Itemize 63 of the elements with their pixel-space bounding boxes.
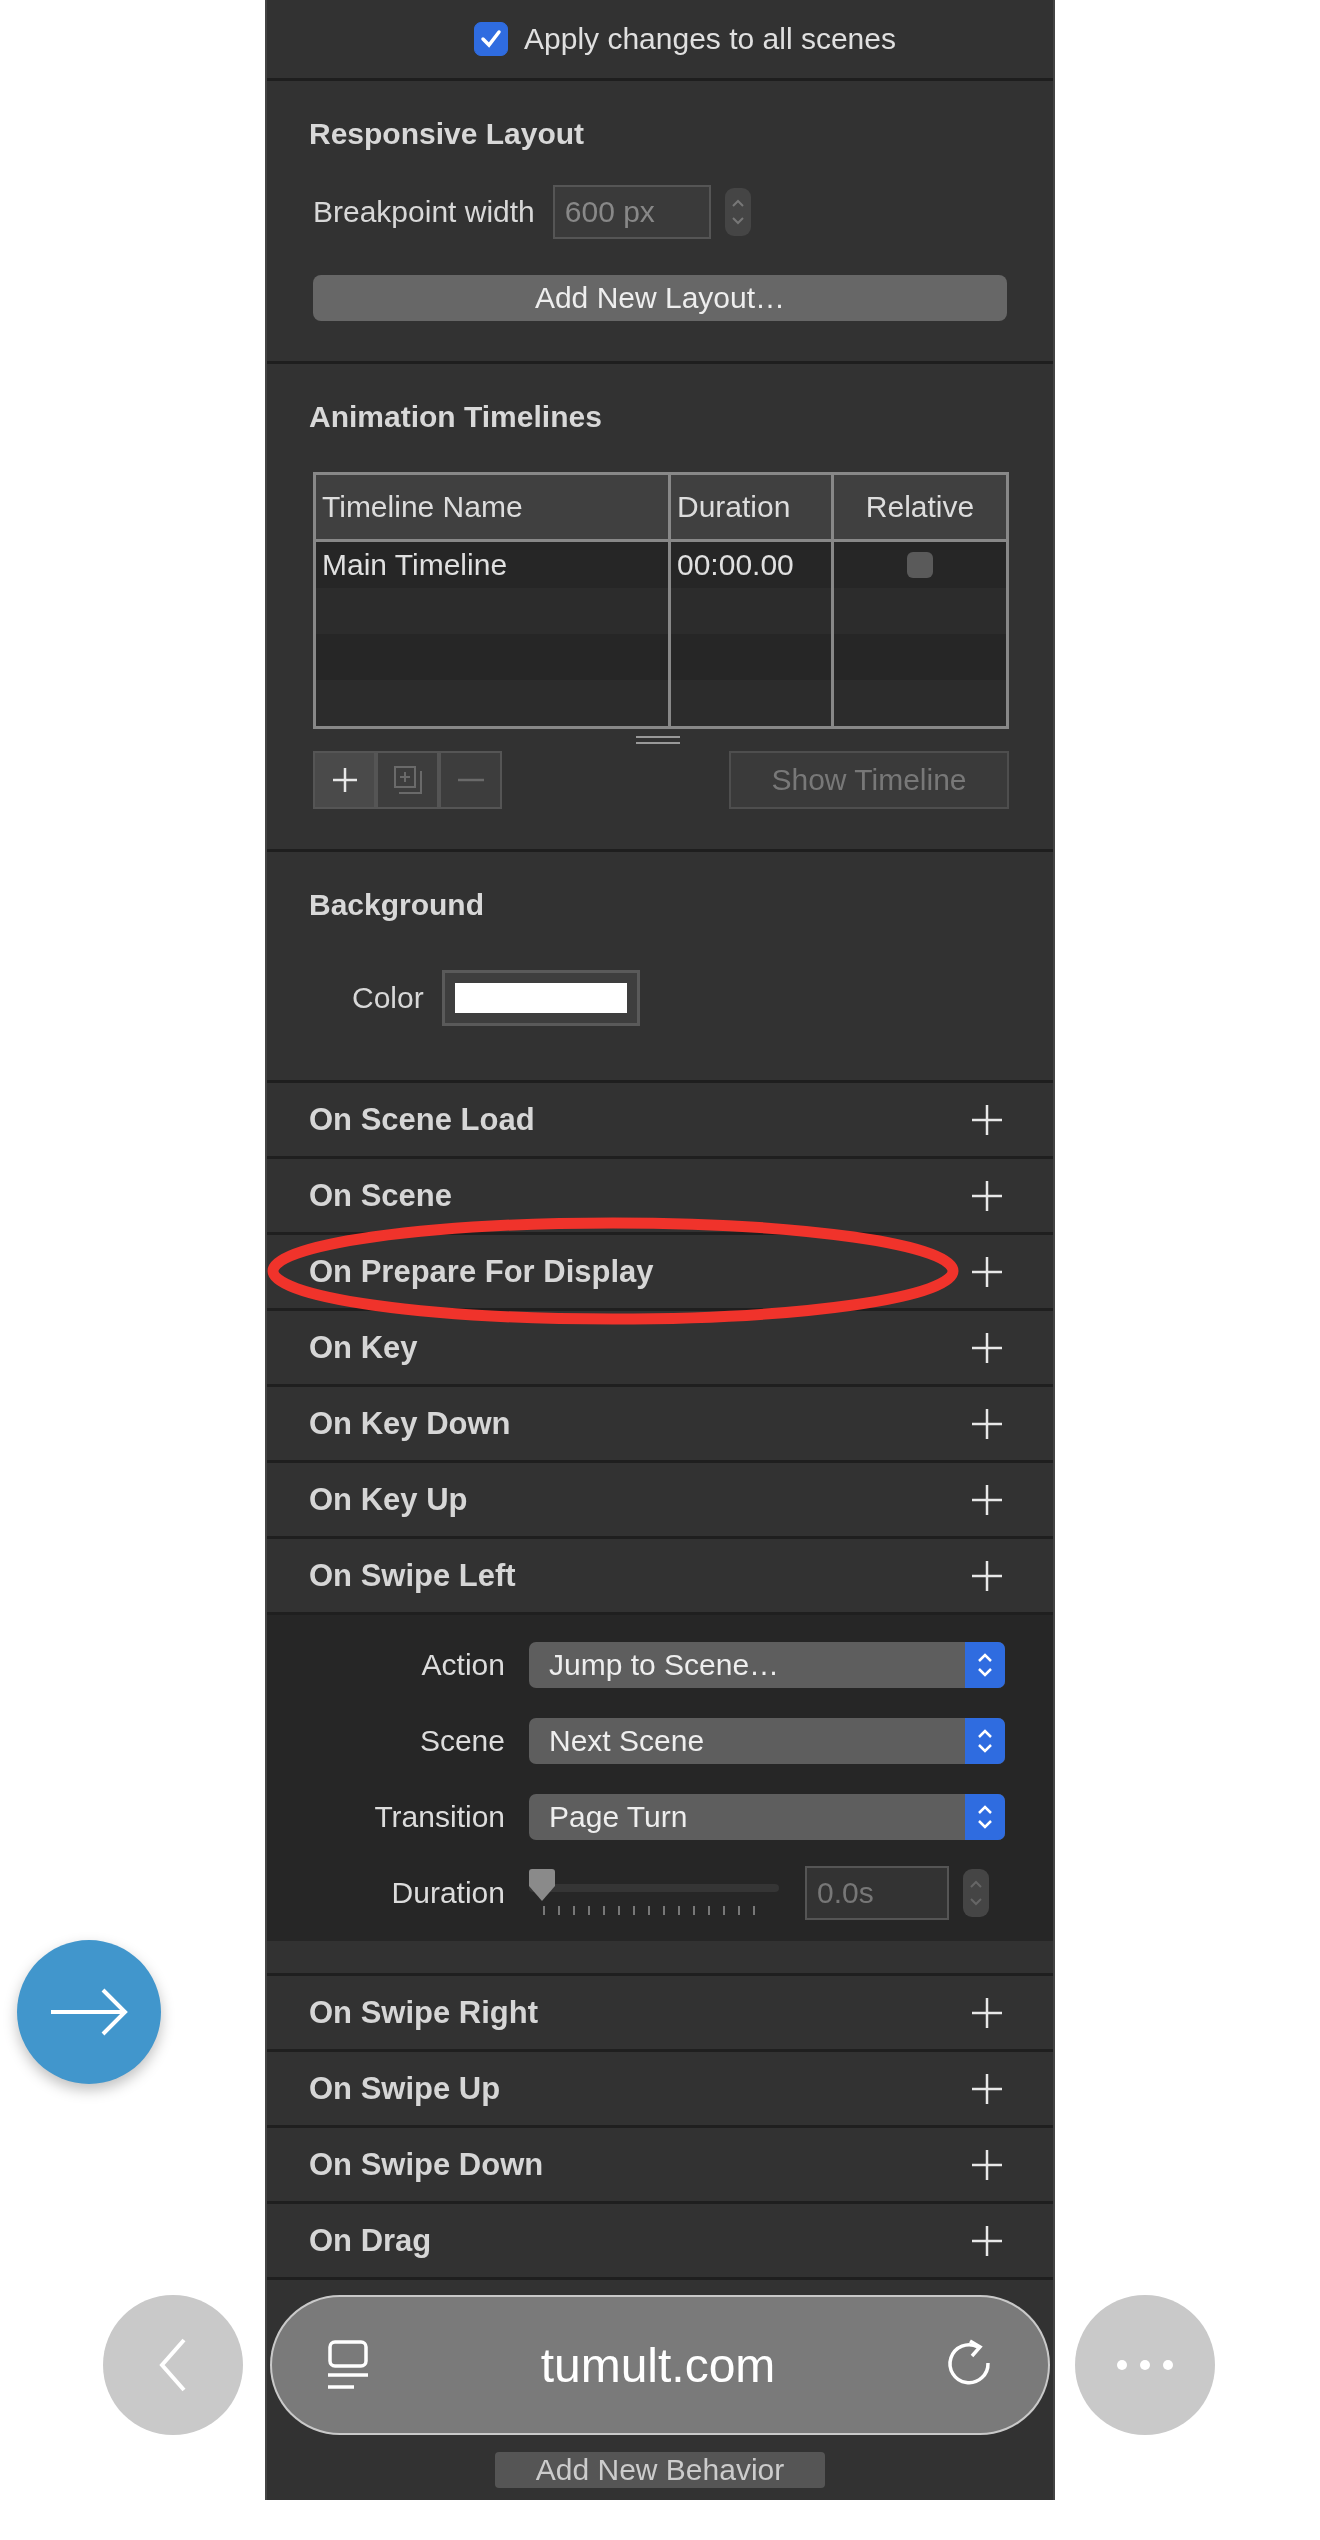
add-icon[interactable] <box>971 1559 1003 1592</box>
section-heading: Animation Timelines <box>309 400 603 434</box>
check-icon <box>480 29 503 49</box>
duplicate-icon <box>392 765 423 795</box>
field-label: Color <box>352 981 424 1015</box>
checkbox[interactable] <box>474 22 509 56</box>
add-layout-button[interactable]: Add New Layout… <box>313 275 1007 321</box>
address-bar[interactable]: tumult.com <box>270 2295 1050 2435</box>
checkbox-label: Apply changes to all scenes <box>524 22 896 56</box>
color-well[interactable] <box>441 970 640 1026</box>
field-label: Breakpoint width <box>313 195 535 229</box>
resize-handle <box>636 735 680 745</box>
event-label: On Swipe Right <box>309 1994 539 2031</box>
section-heading: Background <box>309 888 486 922</box>
event-label: On Scene Load <box>309 1101 535 1138</box>
event-label: On Swipe Down <box>309 2146 544 2183</box>
more-icon <box>1115 2358 1175 2372</box>
event-label: On Scene <box>309 1177 452 1214</box>
minus-icon <box>457 778 484 782</box>
table-cell: 00:00.00 <box>669 540 833 588</box>
updown-icon <box>730 197 745 227</box>
stepper[interactable] <box>724 188 751 236</box>
next-button[interactable] <box>17 1940 161 2084</box>
slider[interactable] <box>529 1868 779 1918</box>
column-header[interactable]: Duration <box>669 473 833 541</box>
column-header[interactable]: Timeline Name <box>314 473 670 541</box>
event-label: On Prepare For Display <box>309 1253 654 1290</box>
add-icon[interactable] <box>971 2148 1003 2181</box>
field-label: Scene <box>418 1724 505 1758</box>
event-label: On Swipe Left <box>309 1557 516 1594</box>
add-behavior-button[interactable]: Add New Behavior <box>495 2452 825 2488</box>
table-cell: Main Timeline <box>314 540 670 588</box>
section-heading: Responsive Layout <box>309 117 586 151</box>
add-icon[interactable] <box>971 2072 1003 2105</box>
add-icon[interactable] <box>971 1407 1003 1440</box>
add-icon[interactable] <box>971 1255 1003 1288</box>
add-icon[interactable] <box>971 1179 1003 1212</box>
stepper[interactable] <box>963 1869 989 1917</box>
column-header[interactable]: Relative <box>832 473 1008 541</box>
checkbox[interactable] <box>907 552 933 578</box>
event-label: On Drag <box>309 2222 432 2259</box>
breakpoint-field[interactable]: 600 px <box>552 185 711 239</box>
add-icon[interactable] <box>971 1331 1003 1364</box>
url-text: tumult.com <box>540 2337 776 2393</box>
add-icon[interactable] <box>971 1483 1003 1516</box>
field-label: Action <box>420 1648 505 1682</box>
back-icon <box>158 2337 188 2393</box>
event-label: On Key <box>309 1329 418 1366</box>
event-label: On Key Up <box>309 1481 468 1518</box>
duration-field[interactable]: 0.0s <box>805 1866 949 1920</box>
updown-icon <box>969 1878 983 1908</box>
event-label: On Swipe Up <box>309 2070 501 2107</box>
add-icon[interactable] <box>971 1103 1003 1136</box>
add-button[interactable] <box>313 751 376 809</box>
event-label: On Key Down <box>309 1405 511 1442</box>
popup-menu[interactable]: Jump to Scene… <box>529 1642 1005 1688</box>
add-icon[interactable] <box>971 2224 1003 2257</box>
add-icon[interactable] <box>971 1996 1003 2029</box>
field-label: Transition <box>373 1800 505 1834</box>
slider-thumb[interactable] <box>527 1868 557 1902</box>
popup-menu[interactable]: Next Scene <box>529 1718 1005 1764</box>
popup-menu[interactable]: Page Turn <box>529 1794 1005 1840</box>
field-label: Duration <box>390 1876 505 1910</box>
